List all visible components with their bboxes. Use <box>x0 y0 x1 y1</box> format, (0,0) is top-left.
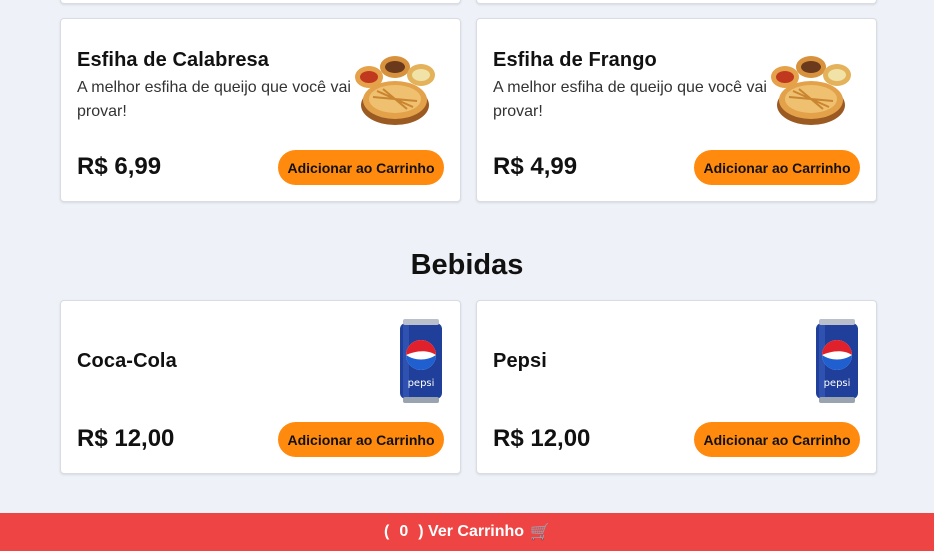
bebidas-grid: Coca-Cola pepsi R$ 12,00 Adicionar ao Ca… <box>60 300 877 474</box>
product-price: R$ 4,99 <box>493 153 578 180</box>
svg-text:pepsi: pepsi <box>824 378 851 389</box>
add-to-cart-button[interactable]: Adicionar ao Carrinho <box>694 422 860 457</box>
product-price: R$ 6,99 <box>77 153 162 180</box>
cart-open-paren: ( <box>384 523 390 540</box>
esfiha-plate-image <box>355 56 435 125</box>
product-price: R$ 12,00 <box>493 425 591 452</box>
product-price: R$ 12,00 <box>77 425 175 452</box>
pepsi-can-image: pepsi <box>816 319 858 403</box>
add-to-cart-button[interactable]: Adicionar ao Carrinho <box>278 150 444 185</box>
product-card: Coca-Cola pepsi R$ 12,00 Adicionar ao Ca… <box>60 300 461 474</box>
product-card: Pepsi pepsi R$ 12,00 Adicionar ao Carrin… <box>476 300 877 474</box>
view-cart-button[interactable]: ( 0 ) Ver Carrinho 🛒 <box>0 513 934 551</box>
product-name: Coca-Cola <box>77 350 177 372</box>
previous-card-stub <box>476 0 877 4</box>
product-card: Esfiha de Calabresa A melhor esfiha de q… <box>60 18 461 202</box>
add-to-cart-button[interactable]: Adicionar ao Carrinho <box>278 422 444 457</box>
cart-label: ) Ver Carrinho <box>418 523 525 540</box>
cart-count: 0 <box>399 523 409 540</box>
previous-card-stub <box>60 0 461 4</box>
product-description: A melhor esfiha de queijo que você vai p… <box>493 79 767 120</box>
product-card: Esfiha de Frango A melhor esfiha de quei… <box>476 18 877 202</box>
add-to-cart-button[interactable]: Adicionar ao Carrinho <box>694 150 860 185</box>
cart-icon: 🛒 <box>530 524 550 541</box>
esfiha-plate-image <box>771 56 851 125</box>
esfihas-grid: Esfiha de Calabresa A melhor esfiha de q… <box>60 18 877 202</box>
product-name: Esfiha de Calabresa <box>77 49 269 71</box>
section-title-bebidas: Bebidas <box>410 249 524 281</box>
product-name: Esfiha de Frango <box>493 49 657 71</box>
svg-text:pepsi: pepsi <box>408 378 435 389</box>
product-description: A melhor esfiha de queijo que você vai p… <box>77 79 351 120</box>
pepsi-can-image: pepsi <box>400 319 442 403</box>
product-name: Pepsi <box>493 350 547 372</box>
